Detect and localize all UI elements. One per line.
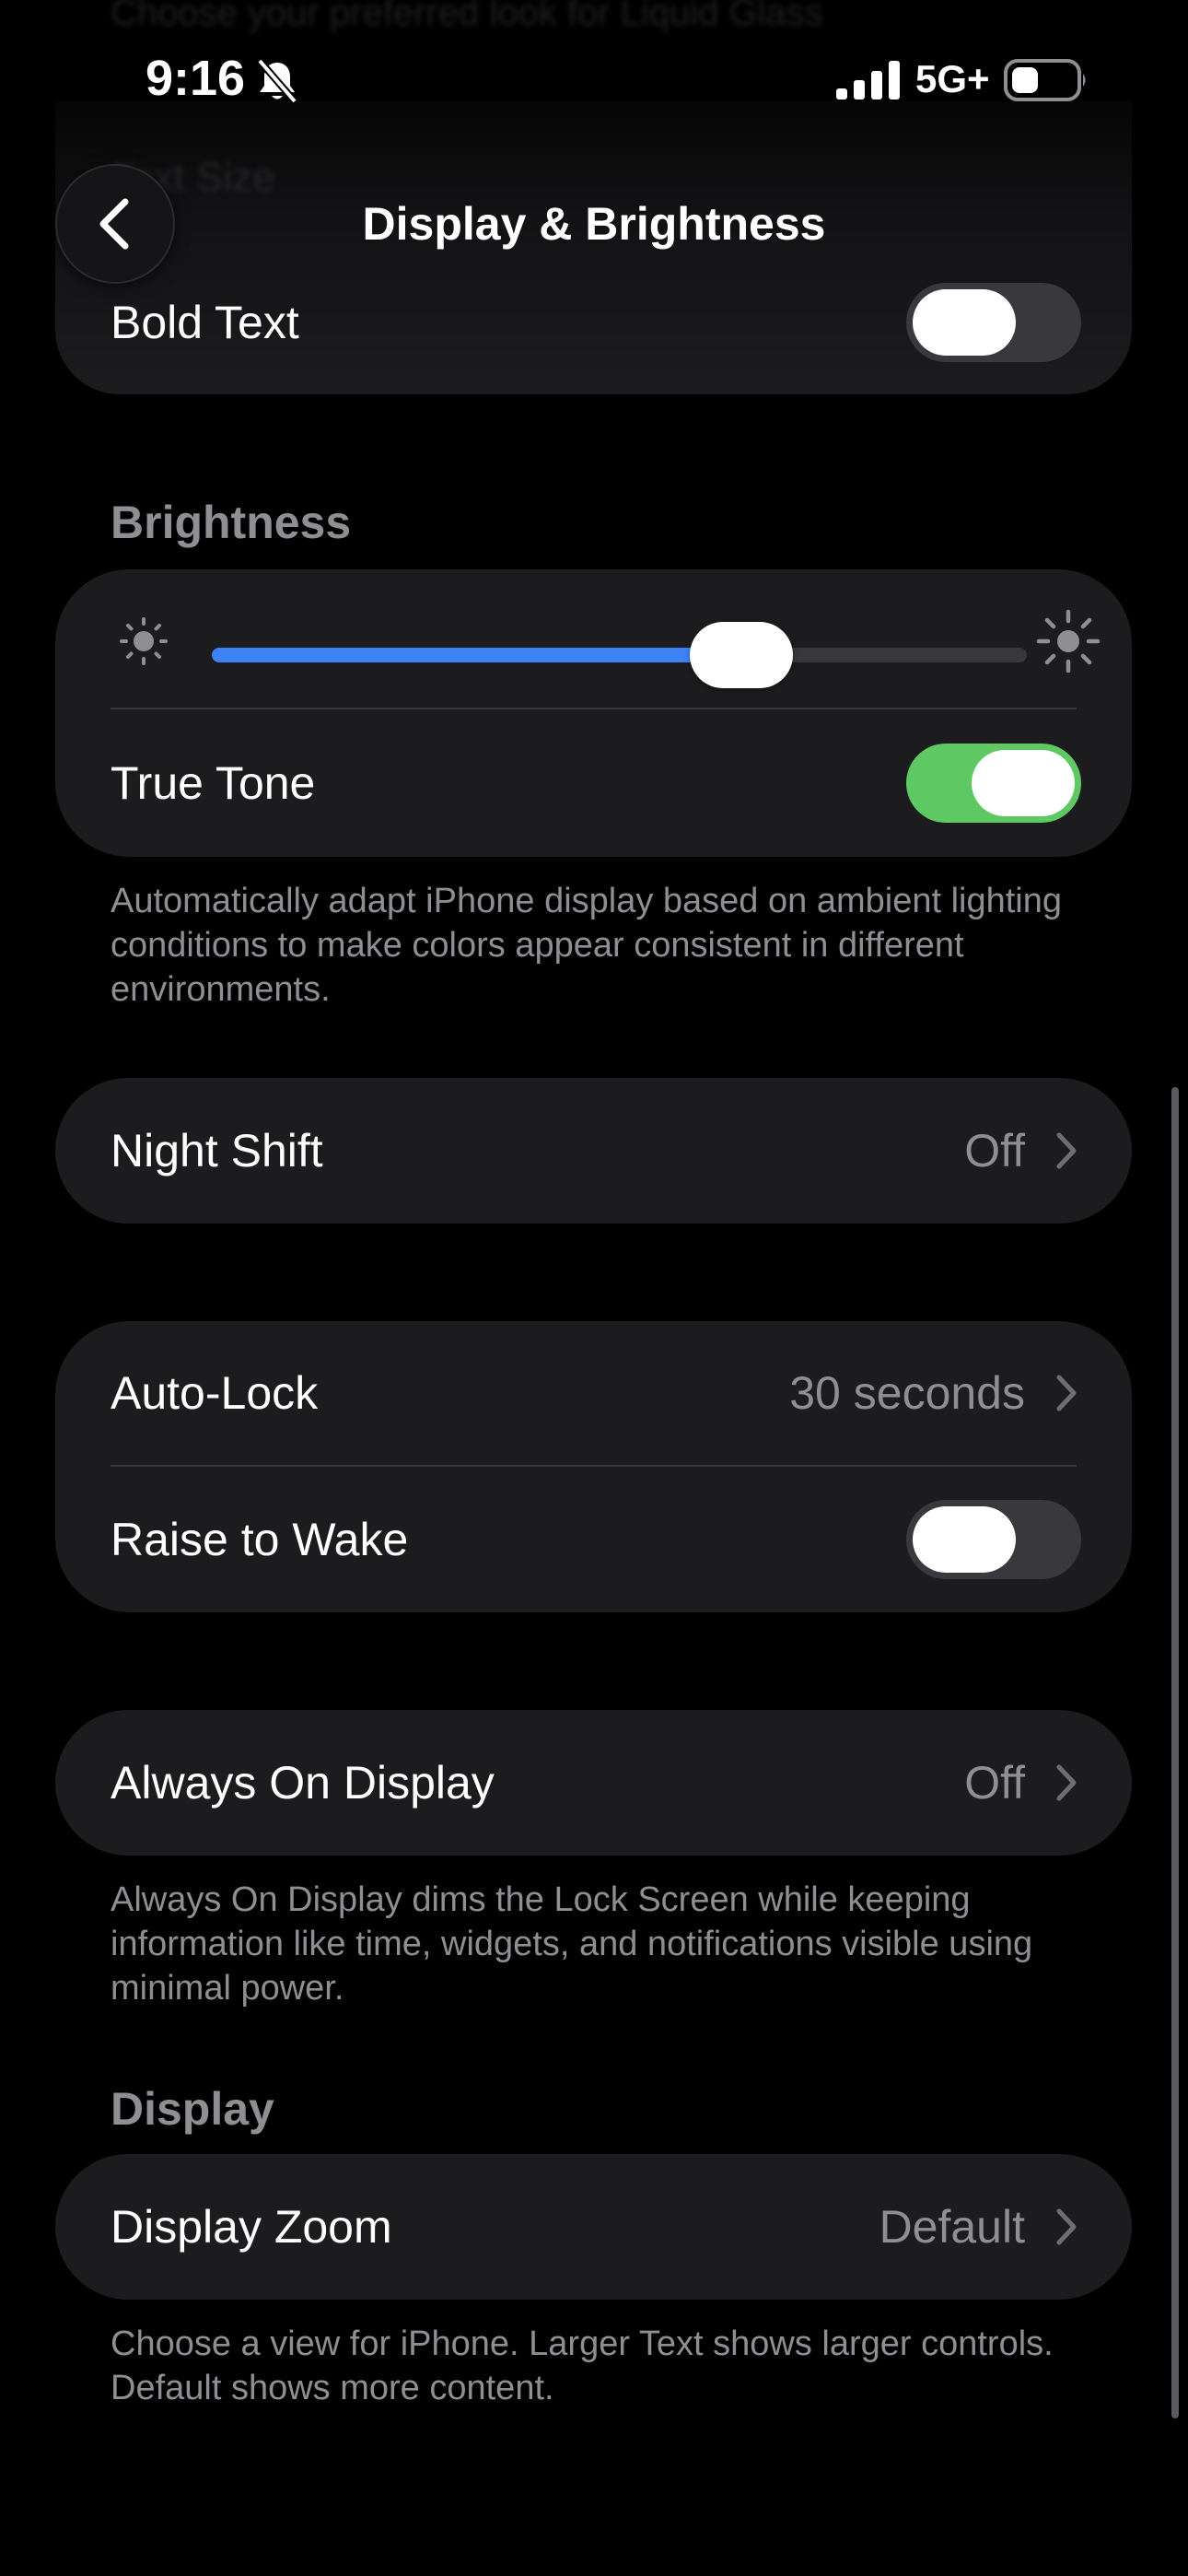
night-shift-group: Night Shift Off bbox=[55, 1078, 1132, 1224]
chevron-right-icon bbox=[1056, 1764, 1077, 1801]
sun-small-icon bbox=[120, 617, 168, 665]
brightness-footer: Automatically adapt iPhone display based… bbox=[111, 882, 1062, 1009]
scrolled-hint-text: Choose your preferred look for Liquid Gl… bbox=[111, 0, 823, 33]
bold-text-toggle[interactable] bbox=[906, 283, 1081, 362]
network-type: 5G+ bbox=[915, 57, 990, 100]
true-tone-row[interactable]: True Tone bbox=[55, 709, 1132, 857]
true-tone-toggle[interactable] bbox=[906, 744, 1081, 823]
display-zoom-row[interactable]: Display Zoom Default bbox=[55, 2154, 1132, 2300]
night-shift-label: Night Shift bbox=[111, 1125, 323, 1177]
night-shift-value: Off bbox=[964, 1125, 1025, 1177]
brightness-slider-thumb[interactable] bbox=[690, 622, 794, 688]
brightness-slider-fill bbox=[212, 648, 742, 662]
raise-to-wake-row[interactable]: Raise to Wake bbox=[55, 1467, 1132, 1612]
sun-large-icon bbox=[1036, 609, 1101, 673]
true-tone-label: True Tone bbox=[111, 757, 316, 809]
always-on-label: Always On Display bbox=[111, 1757, 495, 1809]
toggle-knob bbox=[913, 1506, 1016, 1573]
chevron-right-icon bbox=[1056, 2208, 1077, 2245]
toggle-knob bbox=[913, 289, 1016, 356]
brightness-header: Brightness bbox=[111, 497, 352, 548]
bell-slash-icon bbox=[256, 58, 298, 104]
battery-icon bbox=[1004, 59, 1086, 101]
night-shift-row[interactable]: Night Shift Off bbox=[55, 1078, 1132, 1224]
always-on-footer: Always On Display dims the Lock Screen w… bbox=[111, 1880, 1033, 2008]
chevron-right-icon bbox=[1056, 1132, 1077, 1169]
auto-lock-value: 30 seconds bbox=[789, 1367, 1025, 1419]
status-time: 9:16 bbox=[146, 51, 246, 106]
lock-group: Auto-Lock 30 seconds Raise to Wake bbox=[55, 1321, 1132, 1612]
display-zoom-label: Display Zoom bbox=[111, 2201, 392, 2253]
bold-text-row-content[interactable]: Bold Text bbox=[55, 251, 1132, 394]
chevron-right-icon bbox=[1056, 1375, 1077, 1411]
always-on-value: Off bbox=[964, 1757, 1025, 1809]
bold-text-label: Bold Text bbox=[111, 297, 299, 348]
toggle-knob bbox=[972, 750, 1075, 816]
auto-lock-row[interactable]: Auto-Lock 30 seconds bbox=[55, 1321, 1132, 1465]
page-title: Display & Brightness bbox=[362, 198, 826, 250]
brightness-slider[interactable] bbox=[212, 622, 1027, 688]
auto-lock-label: Auto-Lock bbox=[111, 1367, 319, 1419]
always-on-row[interactable]: Always On Display Off bbox=[55, 1710, 1132, 1856]
raise-to-wake-label: Raise to Wake bbox=[111, 1514, 409, 1565]
cellular-signal-icon bbox=[836, 61, 900, 100]
display-zoom-group: Display Zoom Default bbox=[55, 2154, 1132, 2300]
brightness-group: True Tone bbox=[55, 569, 1132, 857]
display-zoom-footer: Choose a view for iPhone. Larger Text sh… bbox=[111, 2324, 1054, 2407]
display-zoom-value: Default bbox=[879, 2201, 1025, 2253]
raise-to-wake-toggle[interactable] bbox=[906, 1500, 1081, 1579]
display-header: Display bbox=[111, 2083, 274, 2135]
always-on-group: Always On Display Off bbox=[55, 1710, 1132, 1856]
scroll-indicator[interactable] bbox=[1171, 1087, 1179, 2418]
